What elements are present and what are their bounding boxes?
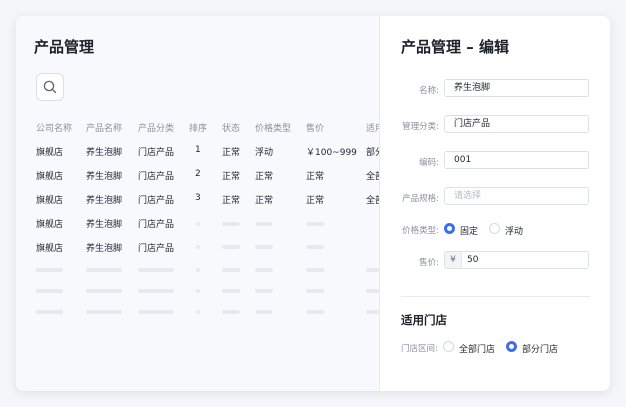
loading-placeholder — [255, 245, 273, 249]
search-button[interactable] — [36, 73, 64, 101]
table-cell: 正常 — [255, 172, 274, 182]
table-cell: 养生泡脚 — [86, 172, 123, 182]
column-header[interactable]: 产品分类 — [138, 121, 174, 134]
loading-placeholder — [222, 245, 240, 249]
price-input[interactable]: ¥ 50 — [444, 251, 589, 269]
table-cell: 正常 — [306, 172, 325, 182]
panel-title: 产品管理 – 编辑 — [401, 38, 509, 56]
table-cell: 养生泡脚 — [86, 196, 123, 206]
table-cell: 门店产品 — [138, 220, 175, 230]
table-cell: 门店产品 — [138, 244, 175, 254]
table-cell: 门店产品 — [138, 172, 175, 182]
loading-placeholder — [196, 222, 200, 226]
page-title: 产品管理 — [34, 38, 95, 56]
table-cell: ￥100~999 — [306, 148, 357, 158]
radio-partial-stores-label[interactable]: 部分门店 — [522, 342, 558, 355]
loading-placeholder — [196, 245, 200, 249]
column-header[interactable]: 价格类型 — [255, 121, 291, 134]
table-cell: 浮动 — [255, 148, 274, 158]
main-card: 产品管理 公司名称 产品名称 产品分类 排序 状态 价格类型 售价 适用 旗舰店… — [16, 16, 610, 391]
table-cell: 正常 — [222, 148, 241, 158]
category-label: 管理分类: — [402, 122, 439, 132]
column-header[interactable]: 售价 — [306, 121, 324, 134]
table-cell: 养生泡脚 — [86, 148, 123, 158]
table-cell: 门店产品 — [138, 148, 175, 158]
loading-placeholder — [255, 222, 273, 226]
table-cell: 全部 — [366, 196, 379, 206]
price-type-label: 价格类型: — [402, 226, 439, 236]
currency-prefix: ¥ — [445, 252, 462, 268]
spec-label: 产品规格: — [402, 194, 439, 204]
table-cell: 正常 — [222, 196, 241, 206]
radio-floating-label[interactable]: 浮动 — [505, 224, 523, 237]
category-input[interactable]: 门店产品 — [444, 115, 589, 133]
table-cell: 旗舰店 — [36, 172, 64, 182]
column-header[interactable]: 适用 — [366, 121, 379, 134]
search-icon — [43, 80, 57, 94]
loading-placeholder — [306, 222, 324, 226]
stores-section-title: 适用门店 — [401, 313, 447, 327]
table-cell: 正常 — [306, 196, 325, 206]
table-cell: 旗舰店 — [36, 220, 64, 230]
radio-fixed-label[interactable]: 固定 — [460, 224, 478, 237]
table-cell: 旗舰店 — [36, 244, 64, 254]
column-header[interactable]: 排序 — [189, 121, 207, 134]
table-cell: 1 — [195, 145, 201, 155]
radio-all-stores[interactable] — [443, 341, 454, 352]
column-header[interactable]: 产品名称 — [86, 121, 122, 134]
edit-panel: 产品管理 – 编辑 名称: 养生泡脚 管理分类: 门店产品 编码: 001 产品… — [379, 16, 610, 391]
table-cell: 旗舰店 — [36, 148, 64, 158]
loading-placeholder — [222, 222, 240, 226]
column-header[interactable]: 公司名称 — [36, 121, 72, 134]
table-cell: 部分 — [366, 148, 379, 158]
table-cell: 养生泡脚 — [86, 244, 123, 254]
product-list-panel: 产品管理 公司名称 产品名称 产品分类 排序 状态 价格类型 售价 适用 旗舰店… — [16, 16, 379, 391]
radio-fixed[interactable] — [444, 223, 455, 234]
name-label: 名称: — [419, 86, 439, 96]
radio-partial-stores[interactable] — [506, 341, 517, 352]
radio-all-stores-label[interactable]: 全部门店 — [459, 342, 495, 355]
table-cell: 正常 — [255, 196, 274, 206]
price-value: 50 — [467, 255, 479, 265]
code-input[interactable]: 001 — [444, 151, 589, 169]
table-cell: 养生泡脚 — [86, 220, 123, 230]
radio-floating[interactable] — [489, 223, 500, 234]
name-input[interactable]: 养生泡脚 — [444, 79, 589, 97]
table-cell: 3 — [195, 193, 201, 203]
spec-select[interactable]: 请选择 — [444, 187, 589, 205]
table-cell: 2 — [195, 169, 201, 179]
table-cell: 正常 — [222, 172, 241, 182]
column-header[interactable]: 状态 — [222, 121, 240, 134]
loading-placeholder — [306, 245, 324, 249]
divider — [401, 296, 590, 297]
price-label: 售价: — [419, 258, 439, 268]
table-cell: 旗舰店 — [36, 196, 64, 206]
table-cell: 全部 — [366, 172, 379, 182]
code-label: 编码: — [419, 158, 439, 168]
table-cell: 门店产品 — [138, 196, 175, 206]
